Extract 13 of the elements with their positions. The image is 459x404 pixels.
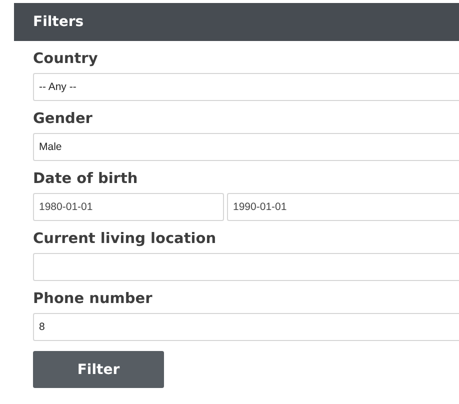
- input-field[interactable]: 1980-01-01: [33, 193, 224, 221]
- dropdown-field[interactable]: -- Any --: [33, 73, 459, 101]
- panel-title: Filters: [33, 14, 84, 30]
- field-label: Phone number: [33, 290, 152, 308]
- input-field[interactable]: 1990-01-01: [227, 193, 459, 221]
- dropdown-field[interactable]: Male: [33, 133, 459, 161]
- field-label: Gender: [33, 110, 92, 128]
- input-field[interactable]: 8: [33, 313, 459, 341]
- filter-button[interactable]: Filter: [33, 351, 164, 388]
- input-field[interactable]: [33, 253, 459, 281]
- field-label: Date of birth: [33, 170, 138, 188]
- field-label: Country: [33, 50, 98, 68]
- field-label: Current living location: [33, 230, 216, 248]
